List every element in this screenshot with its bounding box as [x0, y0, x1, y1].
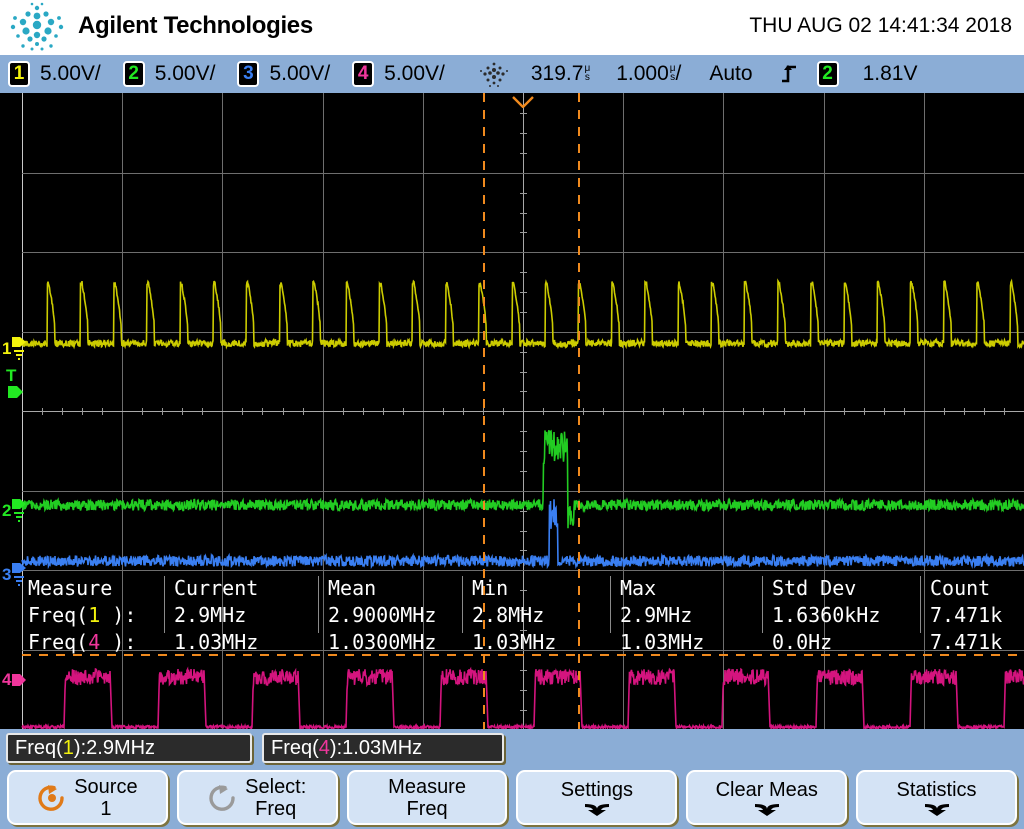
row-stddev: 0.0Hz: [772, 630, 832, 654]
bottom-bar: Freq(1 ): 2.9MHz Freq(4 ): 1.03MHz Sourc…: [0, 729, 1024, 829]
trigger-level-value[interactable]: 1.81V: [863, 62, 918, 86]
softkey-select[interactable]: Select: Freq: [177, 770, 338, 825]
sparkle-burst-icon: [479, 60, 509, 88]
trigger-mode[interactable]: Auto: [709, 62, 752, 86]
softkey-settings-label: Settings: [561, 779, 633, 801]
softkey-source-label: Source: [74, 776, 137, 798]
measurement-row[interactable]: Freq(4 ): 1.03MHz 1.0300MHz 1.03MHz 1.03…: [22, 630, 1024, 657]
softkey-statistics-label: Statistics: [897, 779, 977, 801]
channel-2-setting[interactable]: 2 5.00V/: [123, 61, 216, 87]
row-min: 2.8MHz: [472, 603, 544, 627]
channel-2-badge[interactable]: 2: [123, 61, 145, 87]
title-bar: Agilent Technologies THU AUG 02 14:41:34…: [0, 0, 1024, 55]
row-count: 7.471k: [930, 603, 1002, 627]
softkey-settings[interactable]: Settings: [516, 770, 677, 825]
softkey-measure-value: Freq: [407, 798, 448, 820]
row-count: 7.471k: [930, 630, 1002, 654]
header-measure: Measure: [28, 576, 112, 600]
row-max: 2.9MHz: [620, 603, 692, 627]
row-max: 1.03MHz: [620, 630, 704, 654]
rotary-knob-icon-inactive: [208, 784, 238, 812]
rising-edge-icon[interactable]: [781, 63, 799, 85]
channel-4-scale: 5.00V/: [384, 62, 445, 86]
delay-unit: μ s: [584, 64, 590, 82]
timebase-unit: μ s: [670, 64, 676, 82]
channel-4-setting[interactable]: 4 5.00V/: [352, 61, 445, 87]
channel-2-trace: [22, 430, 1024, 528]
channel-1-badge[interactable]: 1: [8, 61, 30, 87]
row-current: 2.9MHz: [174, 603, 246, 627]
channel-4-badge[interactable]: 4: [352, 61, 374, 87]
timebase-value: 1.000: [616, 62, 669, 86]
svg-text:T: T: [6, 367, 17, 385]
down-arrow-icon: [752, 801, 782, 817]
softkey-measure-label: Measure: [388, 776, 466, 798]
trigger-position-marker[interactable]: [512, 93, 534, 104]
datetime-display: THU AUG 02 14:41:34 2018: [749, 14, 1012, 38]
down-arrow-icon: [582, 801, 612, 817]
row-stddev: 1.6360kHz: [772, 603, 880, 627]
delay-readout[interactable]: 319.7 μ s: [531, 62, 590, 86]
delay-value: 319.7: [531, 62, 584, 86]
row-min: 1.03MHz: [472, 630, 556, 654]
timebase-suffix: /: [676, 62, 682, 86]
softkey-measure[interactable]: Measure Freq: [347, 770, 508, 825]
ground-ref-icon: [12, 335, 27, 361]
ground-ref-icon: [12, 497, 27, 523]
channel-1-setting[interactable]: 1 5.00V/: [8, 61, 101, 87]
channel-3-scale: 5.00V/: [269, 62, 330, 86]
header-max: Max: [620, 576, 656, 600]
row-label: Freq(1 ):: [28, 603, 136, 627]
timebase-readout[interactable]: 1.000 μ s /: [616, 62, 681, 86]
trigger-source-badge[interactable]: 2: [817, 61, 839, 87]
agilent-starburst-icon: [6, 2, 68, 54]
row-label: Freq(4 ):: [28, 630, 136, 654]
row-mean: 2.9000MHz: [328, 603, 436, 627]
channel-1-trace: [22, 281, 1024, 347]
trigger-level-marker[interactable]: T: [6, 367, 26, 404]
ground-ref-icon: [12, 673, 27, 687]
header-current: Current: [174, 576, 258, 600]
measurement-results-table: Measure Current Mean Min Max Std Dev Cou…: [22, 576, 1024, 633]
softkey-clear-meas[interactable]: Clear Meas: [686, 770, 847, 825]
channel-1-ground-marker[interactable]: 1: [2, 335, 27, 361]
header-min: Min: [472, 576, 508, 600]
channel-3-setting[interactable]: 3 5.00V/: [237, 61, 330, 87]
softkey-row: Source 1 Select: Freq: [0, 770, 1024, 829]
channel-2-ground-marker[interactable]: 2: [2, 497, 27, 523]
header-count: Count: [930, 576, 990, 600]
measurement-row[interactable]: Freq(1 ): 2.9MHz 2.9000MHz 2.8MHz 2.9MHz…: [22, 603, 1024, 630]
softkey-statistics[interactable]: Statistics: [856, 770, 1017, 825]
settings-status-bar: 1 5.00V/ 2 5.00V/ 3 5.00V/ 4 5.00V/: [0, 55, 1024, 93]
header-stddev: Std Dev: [772, 576, 856, 600]
row-current: 1.03MHz: [174, 630, 258, 654]
channel-4-trace: [22, 669, 1024, 729]
down-arrow-icon: [922, 801, 952, 817]
softkey-select-value: Freq: [255, 798, 296, 820]
measurement-chip-freq4[interactable]: Freq(4 ): 1.03MHz: [262, 733, 504, 763]
measurement-chip-freq1[interactable]: Freq(1 ): 2.9MHz: [6, 733, 252, 763]
header-mean: Mean: [328, 576, 376, 600]
measurement-header-row: Measure Current Mean Min Max Std Dev Cou…: [22, 576, 1024, 603]
softkey-clear-meas-label: Clear Meas: [716, 779, 818, 801]
oscilloscope-screen: Agilent Technologies THU AUG 02 14:41:34…: [0, 0, 1024, 829]
waveform-display[interactable]: 1 2 3: [0, 93, 1024, 729]
brand-title: Agilent Technologies: [78, 12, 313, 40]
row-mean: 1.0300MHz: [328, 630, 436, 654]
softkey-source[interactable]: Source 1: [7, 770, 168, 825]
channel-1-scale: 5.00V/: [40, 62, 101, 86]
softkey-select-label: Select:: [245, 776, 306, 798]
softkey-source-value: 1: [100, 798, 111, 820]
channel-4-ground-marker[interactable]: 4: [2, 671, 27, 688]
channel-3-badge[interactable]: 3: [237, 61, 259, 87]
channel-2-scale: 5.00V/: [155, 62, 216, 86]
rotary-knob-icon-active: [37, 784, 67, 812]
trigger-source-badge-wrap[interactable]: 2: [817, 61, 839, 87]
